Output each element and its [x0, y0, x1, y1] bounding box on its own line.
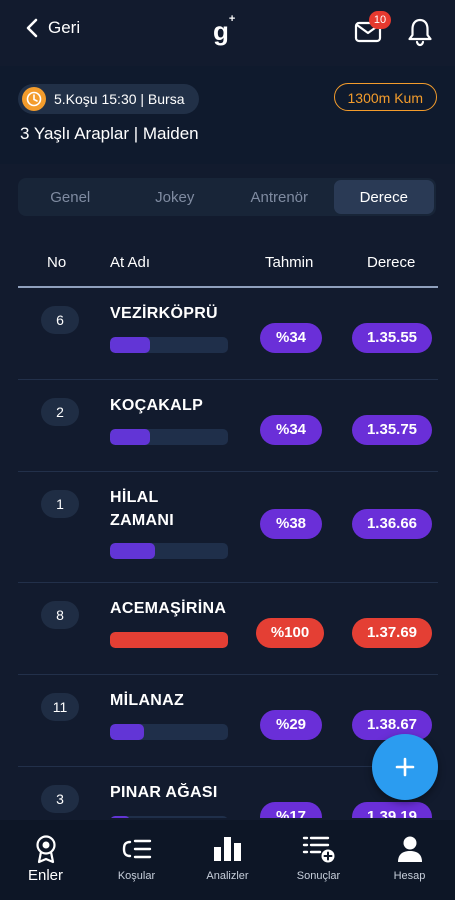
horse-number: 1 — [41, 490, 79, 518]
race-time-chip: 5.Koşu 15:30 | Bursa — [18, 84, 199, 114]
prediction-bar — [110, 429, 228, 445]
chevron-left-icon — [26, 18, 38, 38]
table-header: No At Adı Tahmin Derece — [18, 240, 438, 288]
table-row[interactable]: 6 VEZİRKÖPRÜ %34 1.35.55 — [18, 288, 438, 380]
prediction-bar — [110, 816, 228, 818]
prediction-bar — [110, 724, 228, 740]
prediction-bar-fill — [110, 543, 155, 559]
prediction-bar-fill — [110, 724, 145, 740]
prediction-bar — [110, 632, 228, 648]
app-logo: g+ — [213, 13, 236, 47]
tab-jokey[interactable]: Jokey — [125, 180, 226, 214]
race-info-text: 5.Koşu 15:30 | Bursa — [54, 91, 185, 107]
tahmin-pill: %29 — [260, 710, 322, 740]
logo-sup: + — [228, 13, 236, 26]
tahmin-pill: %100 — [256, 618, 324, 648]
track-surface-badge: 1300m Kum — [333, 83, 437, 111]
table-row[interactable]: 2 KOÇAKALP %34 1.35.75 — [18, 380, 438, 472]
tab-antrenor[interactable]: Antrenör — [229, 180, 330, 214]
race-list-icon — [121, 834, 153, 864]
horse-number: 3 — [41, 785, 79, 813]
back-label: Geri — [48, 18, 81, 37]
top-bar: Geri g+ 10 — [0, 0, 455, 66]
prediction-bar-fill — [110, 816, 131, 818]
mail-badge: 10 — [369, 11, 391, 29]
column-header-at-adi: At Adı — [110, 254, 151, 271]
race-info-panel: 5.Koşu 15:30 | Bursa 1300m Kum 3 Yaşlı A… — [0, 66, 455, 164]
results-list-icon — [302, 834, 336, 864]
tahmin-pill: %38 — [260, 509, 322, 539]
tab-bar: Genel Jokey Antrenör Derece — [18, 178, 436, 216]
table-row[interactable]: 1 HİLAL ZAMANI %38 1.36.66 — [18, 472, 438, 583]
nav-kosular[interactable]: Koşular — [91, 820, 182, 900]
tahmin-pill: %17 — [260, 802, 322, 818]
horse-name: KOÇAKALP — [110, 397, 204, 414]
table-row[interactable]: 8 ACEMAŞİRİNA %100 1.37.69 — [18, 583, 438, 675]
nav-enler[interactable]: Enler — [0, 820, 91, 900]
tab-genel[interactable]: Genel — [20, 180, 121, 214]
bar-chart-icon — [212, 834, 244, 864]
bell-icon[interactable] — [407, 17, 433, 47]
tahmin-pill: %34 — [260, 323, 322, 353]
horse-number: 11 — [41, 693, 79, 721]
horse-list: 6 VEZİRKÖPRÜ %34 1.35.55 2 KOÇAKALP %34 … — [18, 288, 438, 818]
derece-pill: 1.36.66 — [352, 509, 432, 539]
prediction-bar-fill — [110, 429, 151, 445]
nav-sonuclar[interactable]: Sonuçlar — [273, 820, 364, 900]
nav-label: Sonuçlar — [296, 870, 341, 882]
add-button[interactable] — [372, 734, 438, 800]
prediction-bar — [110, 543, 228, 559]
tab-derece[interactable]: Derece — [333, 180, 434, 214]
horse-name: ACEMAŞİRİNA — [110, 600, 227, 617]
prediction-bar-fill — [110, 632, 228, 648]
nav-hesap[interactable]: Hesap — [364, 820, 455, 900]
derece-pill: 1.37.69 — [352, 618, 432, 648]
medal-icon — [33, 834, 59, 864]
column-header-derece: Derece — [367, 254, 416, 271]
race-subtitle: 3 Yaşlı Araplar | Maiden — [20, 124, 199, 143]
prediction-bar-fill — [110, 337, 151, 353]
user-icon — [396, 834, 424, 864]
bottom-nav: Enler Koşular Analizler Sonuçlar Hesap — [0, 820, 455, 900]
prediction-bar — [110, 337, 228, 353]
back-button[interactable]: Geri — [26, 18, 80, 38]
plus-icon — [395, 757, 415, 777]
horse-name: VEZİRKÖPRÜ — [110, 305, 218, 322]
derece-pill: 1.39.19 — [352, 802, 432, 818]
nav-analizler[interactable]: Analizler — [182, 820, 273, 900]
horse-name: HİLAL ZAMANI — [110, 489, 175, 529]
horse-number: 6 — [41, 306, 79, 334]
tahmin-pill: %34 — [260, 415, 322, 445]
horse-number: 8 — [41, 601, 79, 629]
horse-name: PINAR AĞASI — [110, 784, 218, 801]
horse-number: 2 — [41, 398, 79, 426]
logo-text: g — [213, 16, 229, 46]
column-header-tahmin: Tahmin — [265, 254, 314, 271]
derece-pill: 1.35.55 — [352, 323, 432, 353]
horse-name: MİLANAZ — [110, 692, 185, 709]
nav-label: Enler — [27, 867, 64, 884]
clock-icon — [22, 87, 46, 111]
nav-label: Analizler — [206, 870, 249, 882]
nav-label: Hesap — [393, 870, 426, 882]
derece-pill: 1.35.75 — [352, 415, 432, 445]
column-header-no: No — [47, 254, 67, 271]
nav-label: Koşular — [117, 870, 156, 882]
